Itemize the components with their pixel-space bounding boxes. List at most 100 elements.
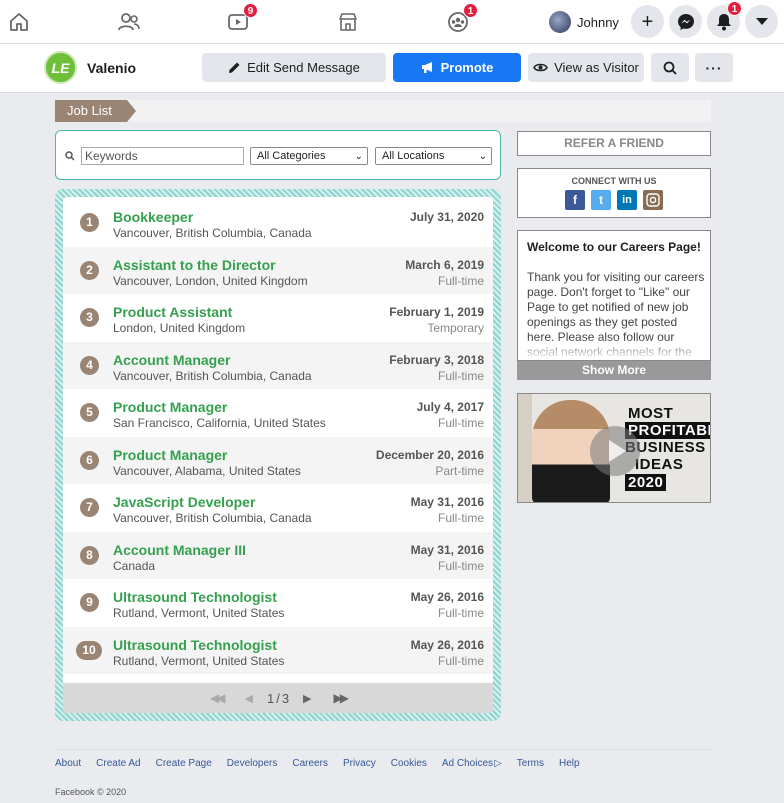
page-search-button[interactable]	[651, 53, 689, 82]
job-location: San Francisco, California, United States	[113, 416, 326, 430]
job-title-link[interactable]: Account Manager III	[113, 542, 246, 558]
job-date: December 20, 2016	[375, 447, 484, 462]
plus-icon: +	[641, 10, 654, 33]
page-header: LE Valenio Edit Send Message Promote Vie…	[0, 44, 784, 93]
chevron-down-icon: ⌄	[478, 151, 487, 162]
job-title-link[interactable]: Assistant to the Director	[113, 257, 276, 273]
job-location: Vancouver, Alabama, United States	[113, 463, 301, 478]
job-location: Rutland, Vermont, United States	[113, 606, 285, 620]
job-type: Part-time	[435, 463, 484, 478]
job-row[interactable]: 3 Product Assistant London, United Kingdom…	[63, 294, 493, 341]
job-row[interactable]: 5 Product Manager San Francisco, Californi…	[63, 389, 493, 436]
job-title-link[interactable]: Bookkeeper	[113, 209, 193, 225]
linkedin-icon[interactable]: in	[617, 190, 637, 210]
groups-icon[interactable]: 1	[444, 3, 478, 36]
footer-link[interactable]: Terms	[517, 758, 544, 769]
megaphone-icon	[421, 62, 432, 73]
careers-welcome-box: Welcome to our Careers Page! Thank you f…	[517, 230, 711, 361]
locations-select[interactable]: All Locations ⌄	[375, 147, 492, 165]
job-row[interactable]: 1 Bookkeeper Vancouver, British Columbia, …	[63, 199, 493, 246]
job-location: Rutland, Vermont, United States	[113, 653, 285, 668]
job-list: 1 Bookkeeper Vancouver, British Columbia, …	[63, 197, 493, 713]
marketplace-icon[interactable]	[334, 8, 362, 36]
welcome-title: Welcome to our Careers Page!	[527, 240, 701, 254]
job-row[interactable]: 2 Assistant to the Director Vancouver, Lon…	[63, 246, 493, 294]
instagram-icon[interactable]	[643, 190, 663, 210]
account-menu-button[interactable]	[745, 5, 778, 38]
footer-link[interactable]: Create Ad	[96, 758, 140, 769]
job-row[interactable]: 8 Account Manager III Canada May 31, 2016 Fu…	[63, 531, 493, 579]
footer-link[interactable]: Careers	[292, 758, 328, 769]
job-row[interactable]: 10 Ultrasound Technologist Rutland, Vermon…	[63, 626, 493, 674]
search-icon	[663, 61, 677, 75]
job-date: February 1, 2019	[389, 305, 484, 319]
first-page-icon[interactable]: ◀◀	[210, 691, 226, 705]
watch-icon[interactable]: 9	[224, 3, 258, 36]
profile-shortcut[interactable]: Johnny	[549, 8, 619, 36]
twitter-icon[interactable]: t	[591, 190, 611, 210]
video-title-line: 2020	[625, 474, 667, 491]
job-title-link[interactable]: Account Manager	[113, 352, 230, 368]
job-number-badge: 4	[80, 355, 99, 375]
job-title-link[interactable]: Product Assistant	[113, 304, 232, 320]
job-number-badge: 3	[80, 308, 99, 327]
job-number-badge: 8	[80, 545, 99, 565]
promo-video-thumbnail[interactable]: MOST PROFITABLE BUSINESS IDEAS 2020	[517, 393, 711, 503]
footer-link[interactable]: Developers	[227, 758, 278, 769]
prev-page-icon[interactable]: ◀	[244, 692, 252, 705]
job-title-link[interactable]: JavaScript Developer	[113, 494, 255, 510]
job-number-badge: 9	[80, 593, 99, 612]
job-number-badge: 6	[80, 450, 99, 470]
job-list-tab[interactable]: Job List	[55, 100, 127, 122]
job-date: May 26, 2016	[410, 637, 484, 652]
chevron-down-icon: ⌄	[354, 151, 363, 162]
job-row[interactable]: 7 JavaScript Developer Vancouver, British …	[63, 484, 493, 531]
job-date: May 31, 2016	[410, 542, 484, 557]
footer-links: About Create Ad Create Page Developers Caree…	[55, 758, 595, 769]
page-logo[interactable]: LE	[44, 51, 77, 84]
footer-link[interactable]: About	[55, 758, 81, 769]
job-type: Full-time	[437, 511, 484, 525]
last-page-icon[interactable]: ▶▶	[334, 691, 350, 705]
categories-select[interactable]: All Categories ⌄	[250, 147, 368, 165]
home-icon[interactable]	[5, 8, 33, 36]
footer-link[interactable]: Cookies	[391, 758, 427, 769]
footer-link[interactable]: Create Page	[156, 758, 212, 769]
job-date: May 31, 2016	[410, 495, 484, 509]
job-number-badge: 7	[80, 498, 99, 517]
job-date: February 3, 2018	[389, 352, 484, 367]
refer-a-friend-button[interactable]: REFER A FRIEND	[517, 131, 711, 156]
footer-divider	[55, 749, 711, 750]
job-title-link[interactable]: Ultrasound Technologist	[113, 637, 277, 653]
footer-link[interactable]: Ad Choices	[442, 758, 493, 769]
job-title-link[interactable]: Ultrasound Technologist	[113, 589, 277, 605]
job-number-badge: 2	[80, 260, 99, 280]
job-type: Full-time	[437, 558, 484, 573]
search-icon	[65, 151, 75, 164]
notifications-button[interactable]: 1	[707, 1, 742, 38]
watch-badge: 9	[243, 3, 258, 18]
text-fade	[518, 338, 710, 360]
notifications-badge: 1	[727, 1, 742, 16]
create-button[interactable]: +	[631, 5, 664, 38]
play-icon[interactable]	[590, 426, 640, 476]
show-more-button[interactable]: Show More	[517, 361, 711, 380]
page-name[interactable]: Valenio	[87, 60, 136, 76]
job-title-link[interactable]: Product Manager	[113, 399, 227, 415]
job-row[interactable]: 4 Account Manager Vancouver, British Colum…	[63, 341, 493, 389]
job-type: Full-time	[437, 416, 484, 430]
job-row[interactable]: 9 Ultrasound Technologist Rutland, Vermont…	[63, 579, 493, 626]
facebook-icon[interactable]: f	[565, 190, 585, 210]
promote-button[interactable]: Promote	[393, 53, 521, 82]
friends-icon[interactable]	[115, 8, 143, 36]
footer-link[interactable]: Privacy	[343, 758, 376, 769]
footer-link[interactable]: Help	[559, 758, 580, 769]
job-title-link[interactable]: Product Manager	[113, 447, 227, 463]
next-page-icon[interactable]: ▶	[303, 692, 311, 705]
view-as-visitor-button[interactable]: View as Visitor	[528, 53, 644, 82]
more-options-button[interactable]: ···	[695, 53, 733, 82]
job-row[interactable]: 6 Product Manager Vancouver, Alabama, Unit…	[63, 436, 493, 484]
messenger-button[interactable]	[669, 5, 702, 38]
edit-send-message-button[interactable]: Edit Send Message	[202, 53, 386, 82]
keywords-input[interactable]: Keywords	[81, 147, 244, 165]
